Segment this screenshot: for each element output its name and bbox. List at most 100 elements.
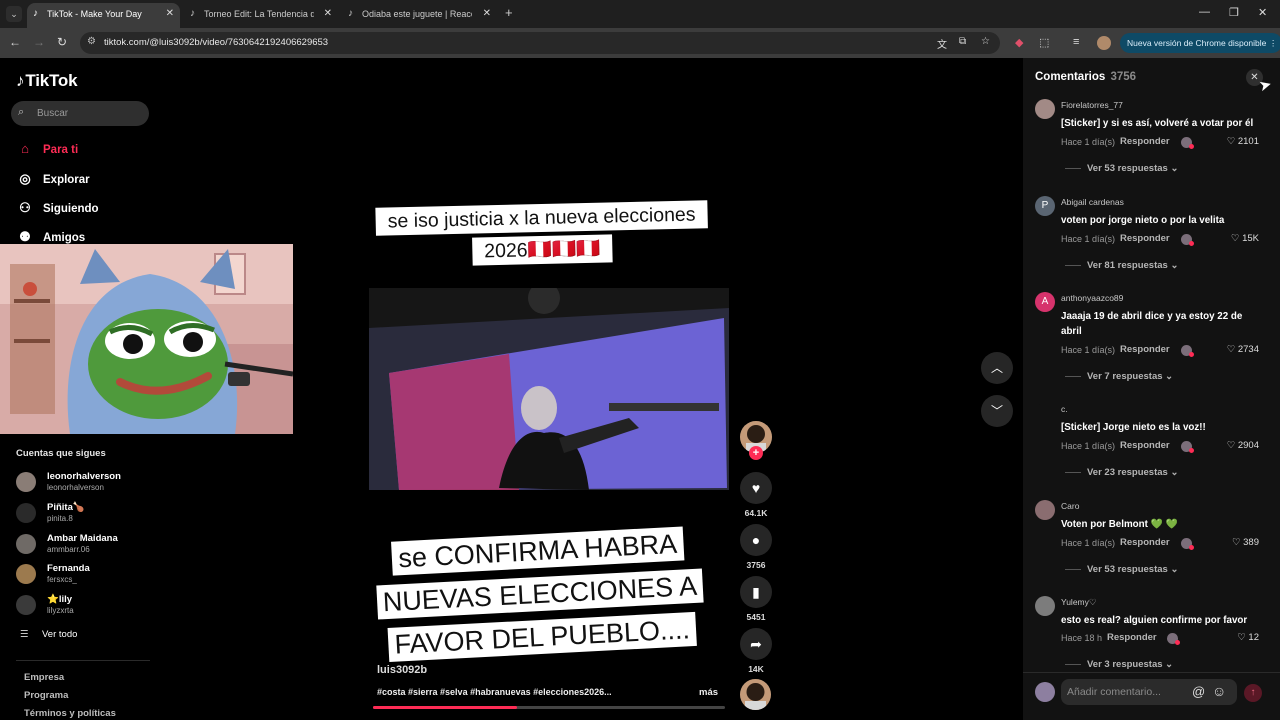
menu-dots-icon[interactable]: ⋮ [1269, 33, 1278, 53]
share-button[interactable]: ➦ [740, 628, 772, 660]
account-handle: lilyzxrta [47, 606, 74, 615]
music-disc-avatar[interactable] [740, 679, 771, 710]
reply-button[interactable]: Responder [1120, 233, 1170, 244]
footer-link-terminos[interactable]: Términos y políticas [24, 708, 116, 719]
account-name: leonorhalverson [47, 471, 121, 482]
view-replies-button[interactable]: Ver 3 respuestas ⌄ [1065, 659, 1173, 670]
mention-icon[interactable]: @ [1192, 684, 1205, 699]
comment-username[interactable]: Yulemy♡ [1061, 597, 1097, 608]
restore-icon[interactable]: ❐ [1229, 6, 1239, 19]
profile-avatar[interactable] [1097, 36, 1111, 50]
comment-text: [Sticker] y si es así, volveré a votar p… [1061, 118, 1254, 129]
tab-close-icon[interactable]: ✕ [166, 3, 174, 25]
tiktok-logo[interactable]: ♪TikTok [16, 71, 78, 91]
comment-text: Voten por Belmont 💚 💚 [1061, 519, 1178, 530]
video-progress-bar[interactable] [373, 706, 725, 709]
commenter-avatar[interactable] [1035, 596, 1055, 616]
comment-username[interactable]: anthonyaazco89 [1061, 293, 1123, 303]
avatar [16, 595, 36, 615]
address-bar[interactable]: ⚙ tiktok.com/@luis3092b/video/7630642192… [80, 32, 1000, 54]
like-button[interactable]: ♥ [740, 472, 772, 504]
view-replies-button[interactable]: Ver 53 respuestas ⌄ [1065, 163, 1178, 174]
previous-video-button[interactable]: ︿ [981, 352, 1013, 384]
comment-like-button[interactable]: ♡ 2101 [1227, 136, 1259, 147]
translate-icon[interactable]: 文 [937, 36, 947, 51]
browser-tab-tiktok[interactable]: ♪ TikTok - Make Your Day ✕ [27, 3, 180, 28]
comment-like-button[interactable]: ♡ 15K [1231, 233, 1259, 244]
search-input[interactable]: ⌕ Buscar [11, 101, 149, 126]
followed-account[interactable]: Fernanda fersxcs_ [16, 562, 196, 586]
reply-button[interactable]: Responder [1107, 632, 1157, 643]
bookmark-star-icon[interactable]: ☆ [981, 36, 990, 47]
comment-button[interactable]: ● [740, 524, 772, 556]
commenter-avatar[interactable] [1035, 500, 1055, 520]
comment-text: esto es real? alguien confirme por favor [1061, 615, 1248, 626]
extension-icon[interactable]: ◆ [1015, 36, 1023, 49]
comment-like-button[interactable]: ♡ 389 [1232, 537, 1259, 548]
comment-username[interactable]: Caro [1061, 501, 1079, 511]
browser-tab-torneo[interactable]: ♪ Torneo Edit: La Tendencia del M ✕ [184, 3, 338, 28]
comment-item: A anthonyaazco89 Jaaaja 19 de abril dice… [1035, 292, 1265, 387]
minimize-icon[interactable]: — [1199, 6, 1210, 18]
picture-in-picture-overlay[interactable] [0, 244, 293, 434]
emoji-icon[interactable]: ☺ [1212, 683, 1226, 699]
view-replies-button[interactable]: Ver 23 respuestas ⌄ [1065, 467, 1178, 478]
reply-button[interactable]: Responder [1120, 537, 1170, 548]
commenter-avatar[interactable] [1035, 99, 1055, 119]
followed-account[interactable]: Ambar Maidana ammbarr.06 [16, 532, 196, 556]
footer-link-programa[interactable]: Programa [24, 690, 68, 701]
view-replies-button[interactable]: Ver 7 respuestas ⌄ [1065, 371, 1173, 382]
view-replies-button[interactable]: Ver 81 respuestas ⌄ [1065, 260, 1178, 271]
creator-liked-avatar [1181, 137, 1194, 149]
nav-para-ti[interactable]: ⌂ Para ti [16, 141, 78, 156]
comment-like-button[interactable]: ♡ 2734 [1227, 344, 1259, 355]
account-name: ⭐lily [47, 594, 73, 605]
follow-plus-icon[interactable]: + [749, 446, 763, 460]
site-info-icon[interactable]: ⚙ [87, 36, 96, 47]
followed-account[interactable]: leonorhalverson leonorhalverson [16, 470, 196, 494]
chrome-update-button[interactable]: Nueva versión de Chrome disponible ⋮ [1120, 33, 1280, 53]
send-comment-button[interactable]: ↑ [1244, 684, 1262, 702]
tab-close-icon[interactable]: ✕ [324, 3, 332, 25]
browser-tab-odiaba[interactable]: ♪ Odiaba este juguete | Reaccion ✕ [342, 3, 497, 28]
forward-icon[interactable]: → [33, 35, 45, 49]
commenter-avatar[interactable]: A [1035, 292, 1055, 312]
followed-account[interactable]: ⭐lily lilyzxrta [16, 593, 196, 617]
comment-username[interactable]: Abigail cardenas [1061, 197, 1124, 207]
see-all-button[interactable]: ☰ Ver todo [20, 629, 77, 640]
comment-username[interactable]: Fiorelatorres_77 [1061, 100, 1123, 110]
comment-like-button[interactable]: ♡ 2904 [1227, 440, 1259, 451]
video-hashtags[interactable]: #costa #sierra #selva #habranuevas #elec… [377, 687, 612, 697]
reload-icon[interactable]: ↻ [57, 35, 67, 49]
view-replies-button[interactable]: Ver 53 respuestas ⌄ [1065, 564, 1178, 575]
reply-button[interactable]: Responder [1120, 344, 1170, 355]
video-caption-top: se iso justicia x la nueva elecciones 20… [371, 198, 712, 270]
followed-account[interactable]: Piñita🍗 pinita.8 [16, 501, 196, 525]
back-icon[interactable]: ← [9, 35, 21, 49]
tab-close-icon[interactable]: ✕ [483, 3, 491, 25]
nav-explorar[interactable]: ◎ Explorar [16, 171, 89, 187]
window-close-icon[interactable]: ✕ [1258, 6, 1267, 19]
video-author[interactable]: luis3092b [377, 664, 427, 676]
footer-link-empresa[interactable]: Empresa [24, 672, 64, 683]
more-button[interactable]: más [699, 687, 718, 698]
reply-button[interactable]: Responder [1120, 440, 1170, 451]
tab-search-button[interactable]: ⌄ [6, 6, 22, 22]
comment-username[interactable]: c. [1061, 404, 1068, 414]
new-tab-button[interactable]: + [505, 5, 513, 20]
media-control-icon[interactable]: ≡ [1073, 36, 1079, 48]
video-progress-fill [373, 706, 518, 709]
comment-input[interactable]: Añadir comentario... @ ☺ [1061, 679, 1237, 705]
commenter-avatar[interactable]: P [1035, 196, 1055, 216]
commenter-avatar[interactable] [1035, 403, 1055, 423]
next-video-button[interactable]: ﹀ [981, 395, 1013, 427]
nav-siguiendo[interactable]: ⚇ Siguiendo [16, 200, 98, 216]
save-button[interactable]: ▮ [740, 576, 772, 608]
comment-like-button[interactable]: ♡ 12 [1237, 632, 1259, 643]
install-app-icon[interactable]: ⧉ [959, 36, 966, 47]
comment-like-count: 15K [1242, 233, 1259, 244]
comment-item: Caro Voten por Belmont 💚 💚 Hace 1 día(s)… [1035, 500, 1265, 580]
extensions-puzzle-icon[interactable]: ⬚ [1039, 36, 1049, 49]
nav-amigos[interactable]: ⚉ Amigos [16, 229, 85, 245]
reply-button[interactable]: Responder [1120, 136, 1170, 147]
